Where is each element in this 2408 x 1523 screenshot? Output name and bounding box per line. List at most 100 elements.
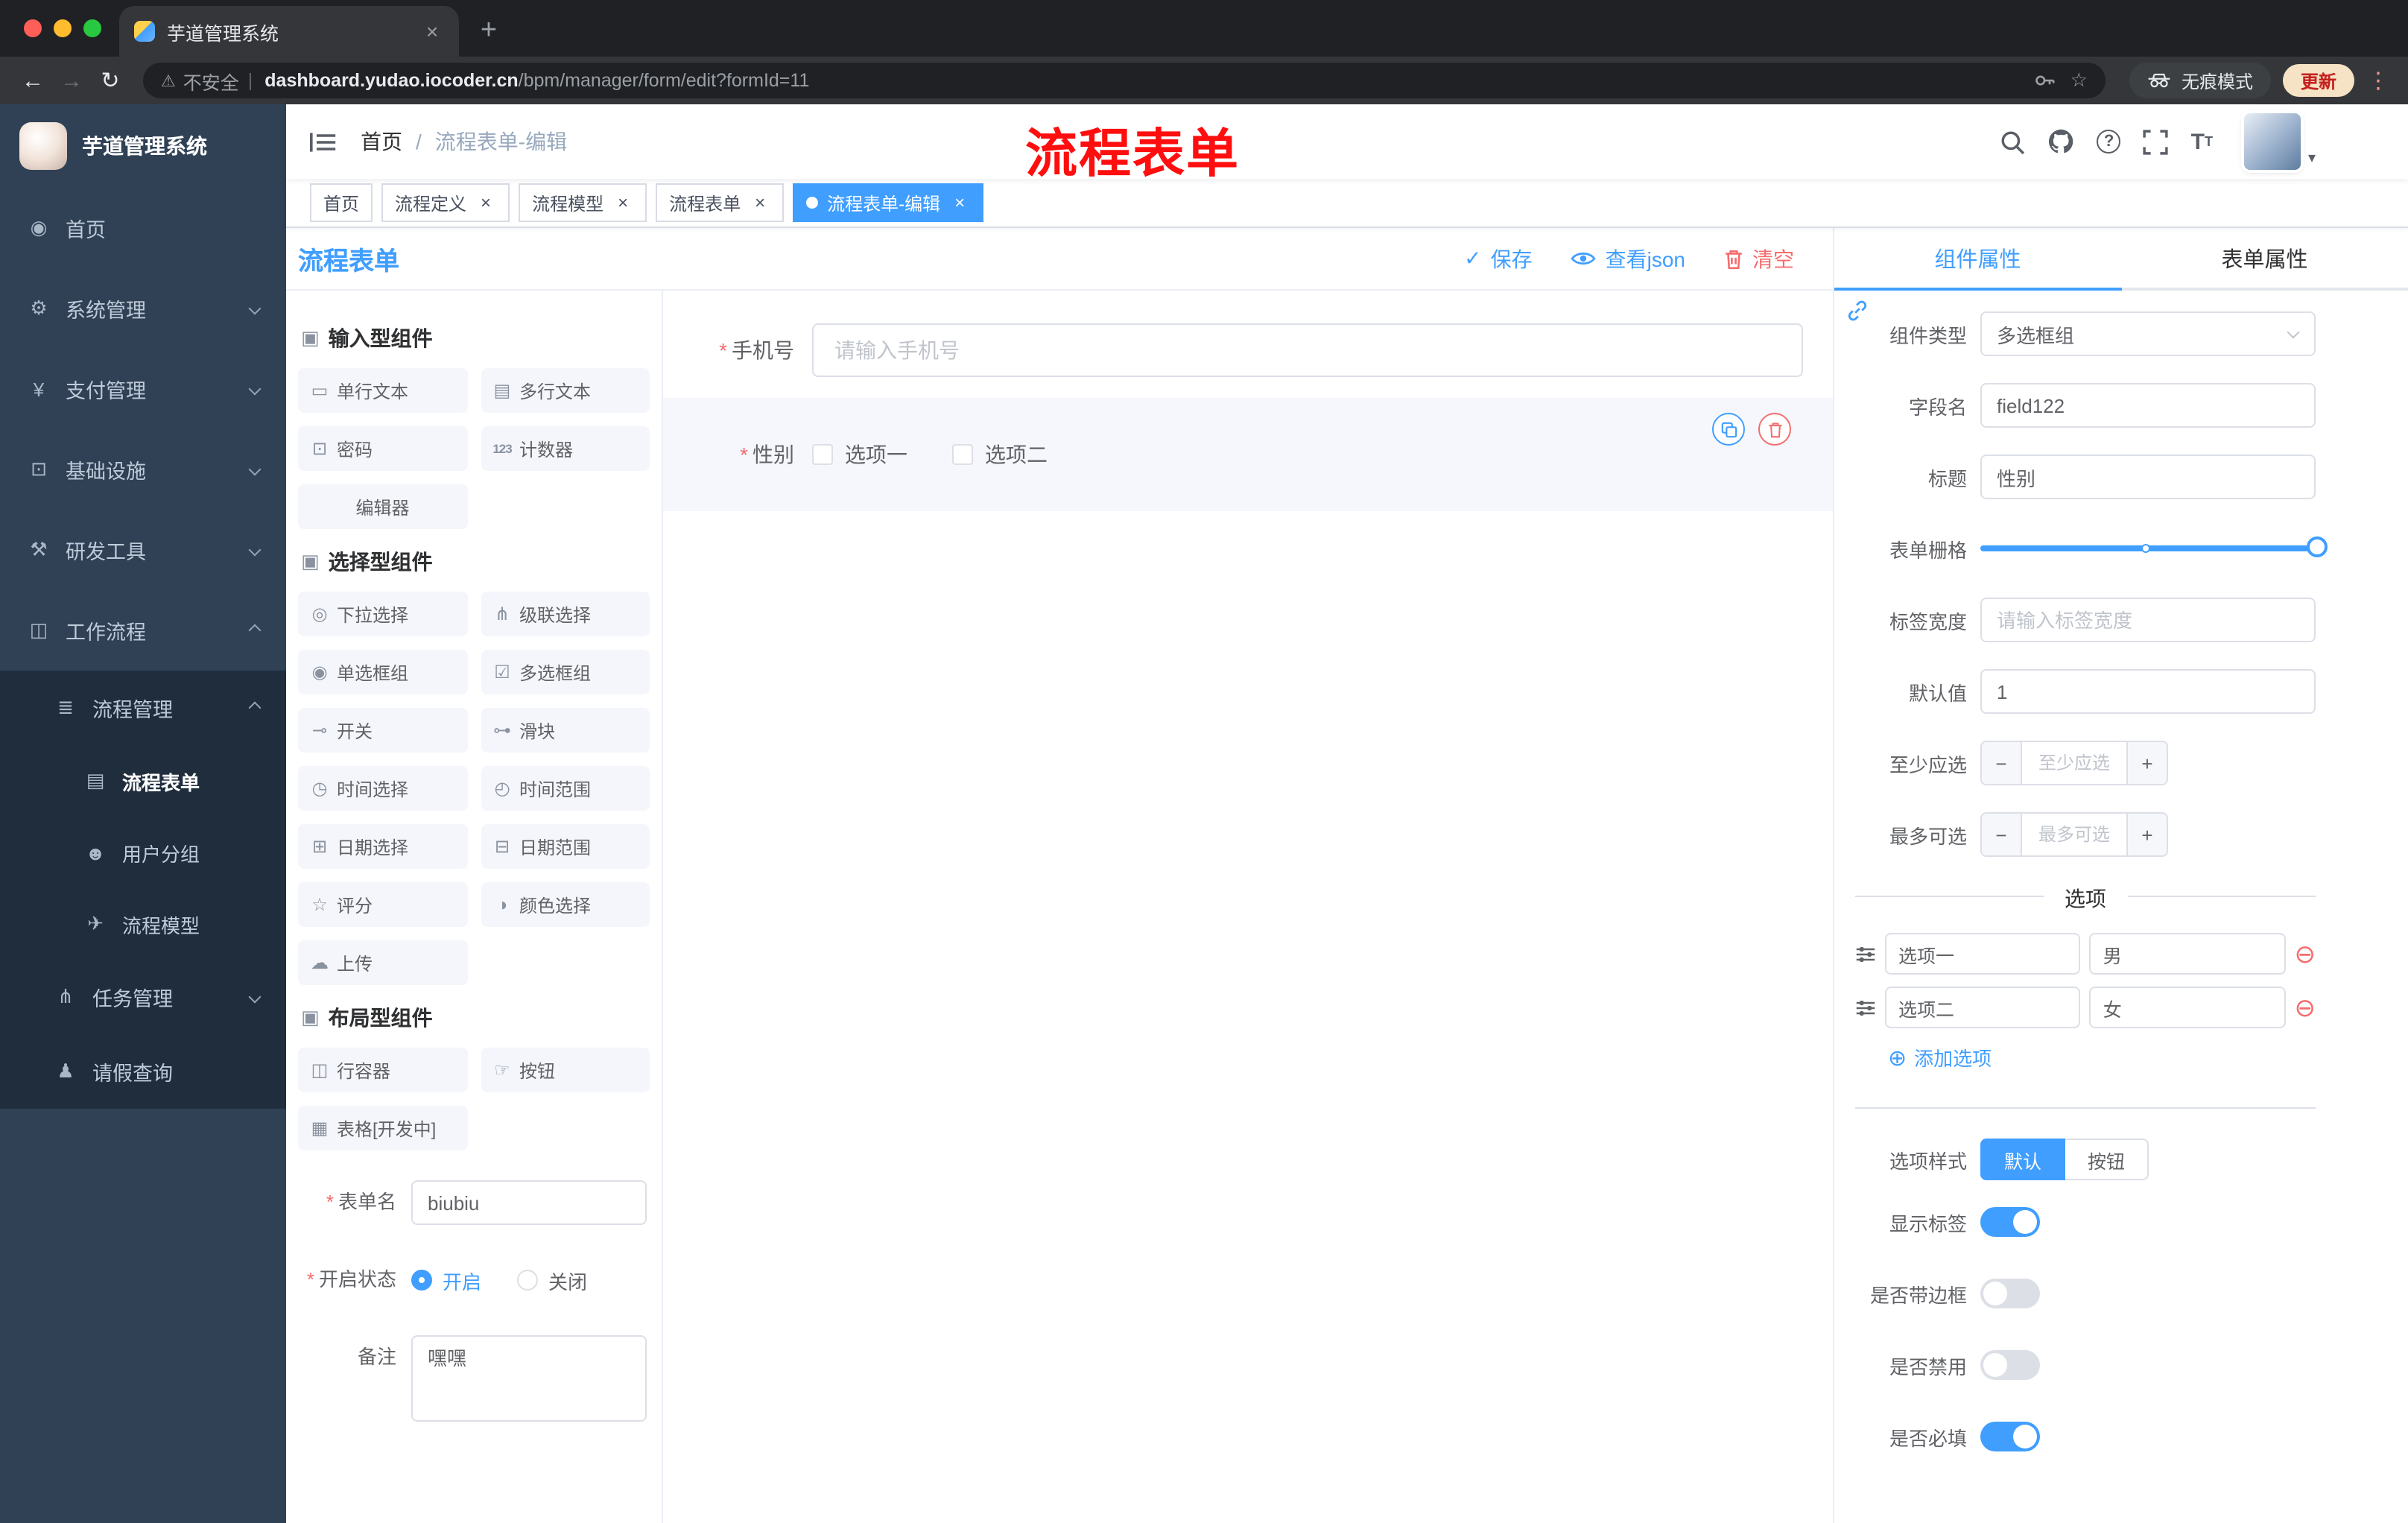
user-avatar[interactable]: ▾ [2243,113,2316,170]
back-icon[interactable]: ← [15,63,51,98]
slider-handle[interactable] [2307,536,2328,557]
drag-handle-icon[interactable] [1855,999,1876,1016]
form-canvas[interactable]: 手机号 [663,291,1833,1523]
radio-closed[interactable]: 关闭 [517,1266,587,1294]
component-button[interactable]: ☞ 按钮 [481,1048,650,1092]
search-icon[interactable] [2000,129,2026,154]
field-name-input[interactable] [1980,383,2316,428]
default-value-input[interactable] [1980,669,2316,714]
canvas-field-gender-selected[interactable]: 性别 选项一 选项二 [663,398,1833,511]
browser-tab[interactable]: 芋道管理系统 × [119,6,459,57]
tab-close-icon[interactable]: × [420,19,444,43]
clear-button[interactable]: 清空 [1724,244,1794,273]
component-dropdown[interactable]: ◎ 下拉选择 [298,592,467,636]
component-password[interactable]: ⊡ 密码 [298,426,467,471]
sidebar-item-home[interactable]: ◉ 首页 [0,188,286,268]
font-size-icon[interactable]: TT [2191,130,2213,153]
sidebar-item-workflow[interactable]: ◫ 工作流程 [0,590,286,671]
copy-field-button[interactable] [1712,413,1745,446]
option-label-input[interactable] [1885,987,2081,1028]
form-name-input[interactable] [411,1180,647,1225]
tag-process-definition[interactable]: 流程定义 × [381,183,510,222]
close-icon[interactable]: × [475,192,496,213]
component-upload[interactable]: ☁ 上传 [298,940,467,985]
forward-icon[interactable]: → [54,63,89,98]
option-style-button[interactable]: 按钮 [2065,1139,2149,1180]
component-switch[interactable]: ⊸ 开关 [298,708,467,753]
component-color-picker[interactable]: ◑ 颜色选择 [481,882,650,927]
github-icon[interactable] [2048,128,2075,155]
form-remark-textarea[interactable]: 嘿嘿 [411,1335,647,1422]
sidebar-item-leave-query[interactable]: ♟ 请假查询 [0,1034,286,1109]
sidebar-item-payment[interactable]: ¥ 支付管理 [0,349,286,429]
close-icon[interactable]: × [612,192,633,213]
fullscreen-window-button[interactable] [83,19,101,37]
drag-handle-icon[interactable] [1855,946,1876,962]
tag-process-model[interactable]: 流程模型 × [519,183,647,222]
option-style-default[interactable]: 默认 [1980,1139,2066,1180]
component-radio-group[interactable]: ◉ 单选框组 [298,650,467,694]
component-time-range[interactable]: ◴ 时间范围 [481,766,650,811]
tag-process-form[interactable]: 流程表单 × [656,183,785,222]
browser-menu-icon[interactable]: ⋮ [2363,67,2393,94]
component-time-picker[interactable]: ◷ 时间选择 [298,766,467,811]
checkbox-option-two[interactable]: 选项二 [952,440,1048,469]
max-select-input[interactable] [2022,814,2126,855]
remove-option-icon[interactable]: ⊖ [2295,941,2316,966]
password-key-icon[interactable] [2035,70,2056,91]
phone-input[interactable] [812,323,1803,377]
hamburger-icon[interactable] [310,130,337,153]
disabled-switch[interactable] [1980,1350,2040,1380]
minus-button[interactable]: − [1982,814,2022,855]
component-rate[interactable]: ☆ 评分 [298,882,467,927]
option-label-input[interactable] [1885,933,2081,975]
component-table[interactable]: ▦ 表格[开发中] [298,1106,467,1150]
component-date-picker[interactable]: ⊞ 日期选择 [298,824,467,869]
min-select-input[interactable] [2022,742,2126,784]
component-checkbox-group[interactable]: ☑ 多选框组 [481,650,650,694]
label-width-input[interactable] [1980,598,2316,642]
doc-link-icon[interactable] [1846,300,1869,322]
component-editor[interactable]: 编辑器 [298,484,467,529]
tag-process-form-edit[interactable]: 流程表单-编辑 × [793,183,984,222]
radio-open[interactable]: 开启 [411,1266,481,1294]
sidebar-item-dev-tools[interactable]: ⚒ 研发工具 [0,510,286,590]
border-switch[interactable] [1980,1279,2040,1308]
plus-button[interactable]: + [2126,742,2167,784]
add-option-button[interactable]: ⊕ 添加选项 [1888,1043,2316,1071]
title-input[interactable] [1980,455,2316,499]
component-counter[interactable]: 123 计数器 [481,426,650,471]
option-value-input[interactable] [2089,933,2286,975]
new-tab-button[interactable]: + [468,10,510,52]
canvas-field-phone[interactable]: 手机号 [663,314,1833,386]
address-bar[interactable]: ⚠ 不安全 | dashboard.yudao.iocoder.cn /bpm/… [143,63,2106,98]
option-value-input[interactable] [2089,987,2286,1028]
close-icon[interactable]: × [750,192,770,213]
sidebar-item-system[interactable]: ⚙ 系统管理 [0,268,286,349]
close-icon[interactable]: × [949,192,970,213]
checkbox-option-one[interactable]: 选项一 [812,440,907,469]
grid-slider[interactable] [1980,526,2328,571]
tab-component-props[interactable]: 组件属性 [1834,228,2121,291]
component-date-range[interactable]: ⊟ 日期范围 [481,824,650,869]
tag-home[interactable]: 首页 [310,183,373,222]
component-multi-line-text[interactable]: ▤ 多行文本 [481,368,650,413]
component-cascader[interactable]: ⋔ 级联选择 [481,592,650,636]
remove-option-icon[interactable]: ⊖ [2295,995,2316,1020]
component-type-select[interactable]: 多选框组 [1980,311,2316,356]
sidebar-item-infrastructure[interactable]: ⊡ 基础设施 [0,429,286,510]
delete-field-button[interactable] [1758,413,1791,446]
browser-update-button[interactable]: 更新 [2282,64,2354,97]
close-window-button[interactable] [24,19,42,37]
save-button[interactable]: ✓ 保存 [1464,244,1532,273]
help-icon[interactable]: ? [2097,130,2121,153]
reload-icon[interactable]: ↻ [92,63,128,98]
component-single-line-text[interactable]: ▭ 单行文本 [298,368,467,413]
fullscreen-icon[interactable] [2144,129,2169,154]
sidebar-item-task-management[interactable]: ⋔ 任务管理 [0,960,286,1034]
sidebar-logo[interactable]: 芋道管理系统 [0,104,286,188]
plus-button[interactable]: + [2126,814,2167,855]
sidebar-item-process-management[interactable]: ≣ 流程管理 [0,671,286,745]
breadcrumb-home[interactable]: 首页 [361,127,402,156]
minus-button[interactable]: − [1982,742,2022,784]
